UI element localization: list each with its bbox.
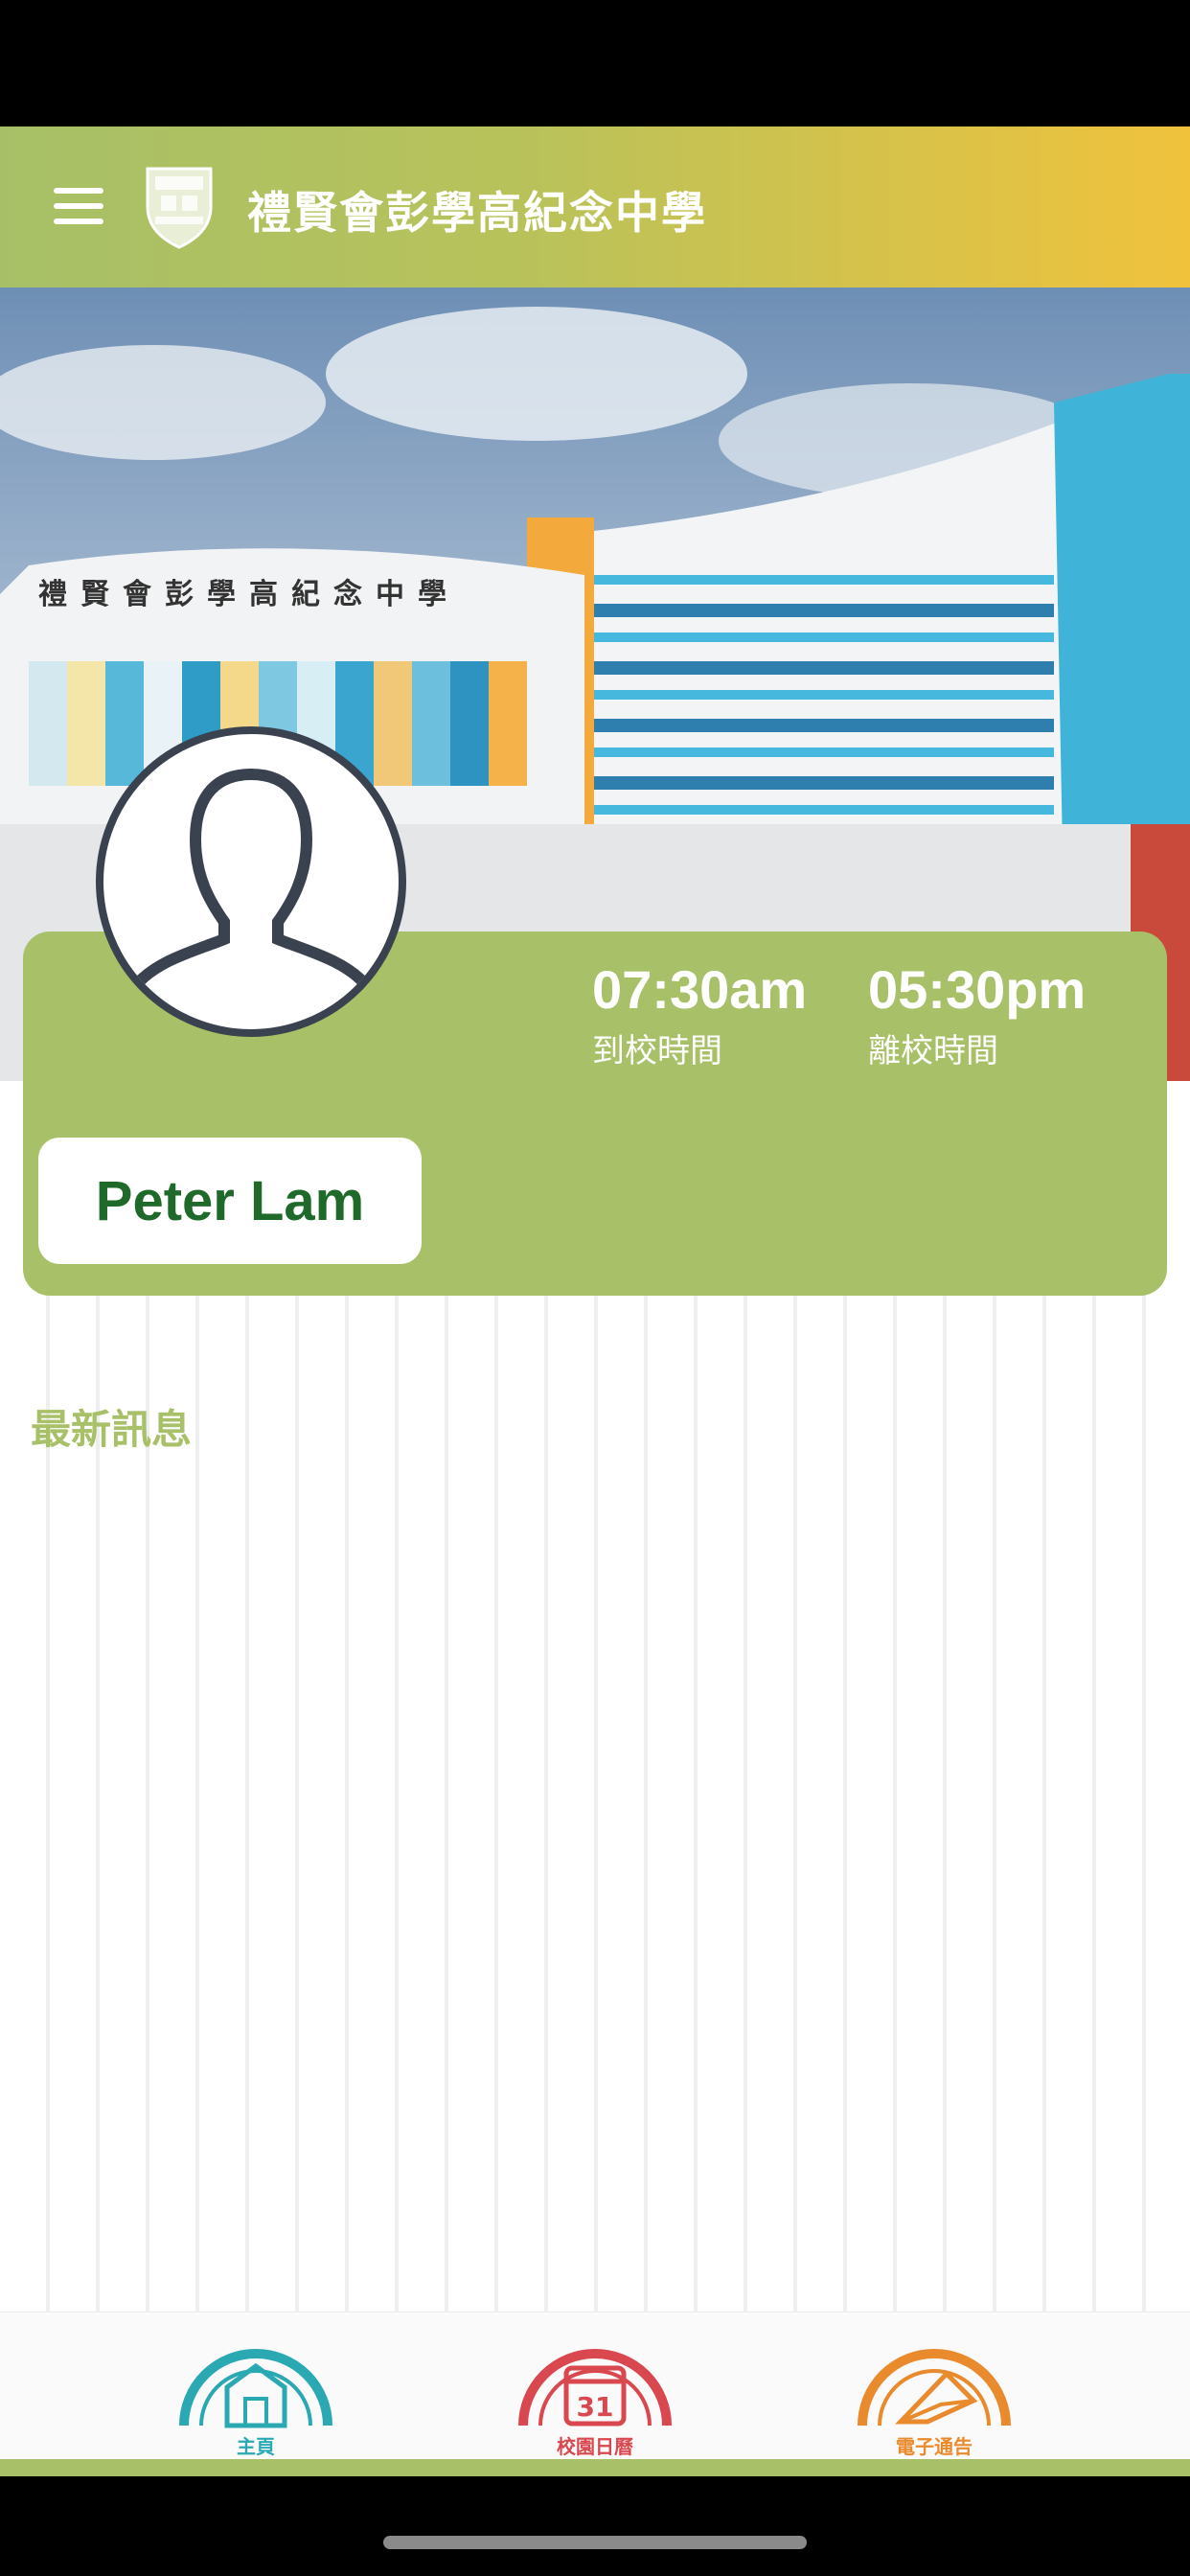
student-name: Peter Lam <box>95 1169 365 1232</box>
bottom-navigation: 主頁 31 校園日曆 電子通告 <box>0 2312 1190 2460</box>
school-building-icon <box>179 2349 332 2428</box>
student-name-badge: Peter Lam <box>38 1138 422 1264</box>
avatar[interactable] <box>96 726 406 1037</box>
person-silhouette-icon <box>130 769 372 991</box>
nav-calendar-label: 校園日曆 <box>557 2435 633 2458</box>
calendar-day-number: 31 <box>577 2391 614 2423</box>
nav-notices-label: 電子通告 <box>896 2435 973 2458</box>
news-heading: 最新訊息 <box>31 1406 193 1453</box>
arrival-time-block: 07:30am 到校時間 <box>592 958 807 1071</box>
arrival-label: 到校時間 <box>592 1032 722 1070</box>
bottom-accent-strip <box>0 2459 1190 2476</box>
nav-calendar[interactable]: 31 校園日曆 <box>514 2320 676 2458</box>
home-indicator-area <box>0 2476 1190 2576</box>
nav-home[interactable]: 主頁 <box>174 2320 337 2458</box>
arrival-time: 07:30am <box>592 959 808 1020</box>
nav-home-label: 主頁 <box>237 2435 275 2458</box>
hamburger-menu-icon[interactable] <box>50 182 111 232</box>
departure-label: 離校時間 <box>868 1032 998 1070</box>
building-sign-text: 禮賢會彭學高紀念中學 <box>38 578 460 611</box>
departure-time-block: 05:30pm 離校時間 <box>868 958 1086 1071</box>
app-header: 禮賢會彭學高紀念中學 <box>0 126 1190 288</box>
school-crest-logo <box>146 167 213 249</box>
departure-time: 05:30pm <box>868 959 1087 1020</box>
envelope-icon <box>858 2349 1011 2426</box>
home-indicator[interactable] <box>383 2536 807 2549</box>
nav-notices[interactable]: 電子通告 <box>853 2320 1016 2458</box>
calendar-icon: 31 <box>518 2349 672 2426</box>
school-title: 禮賢會彭學高紀念中學 <box>247 187 707 239</box>
status-bar <box>0 0 1190 126</box>
